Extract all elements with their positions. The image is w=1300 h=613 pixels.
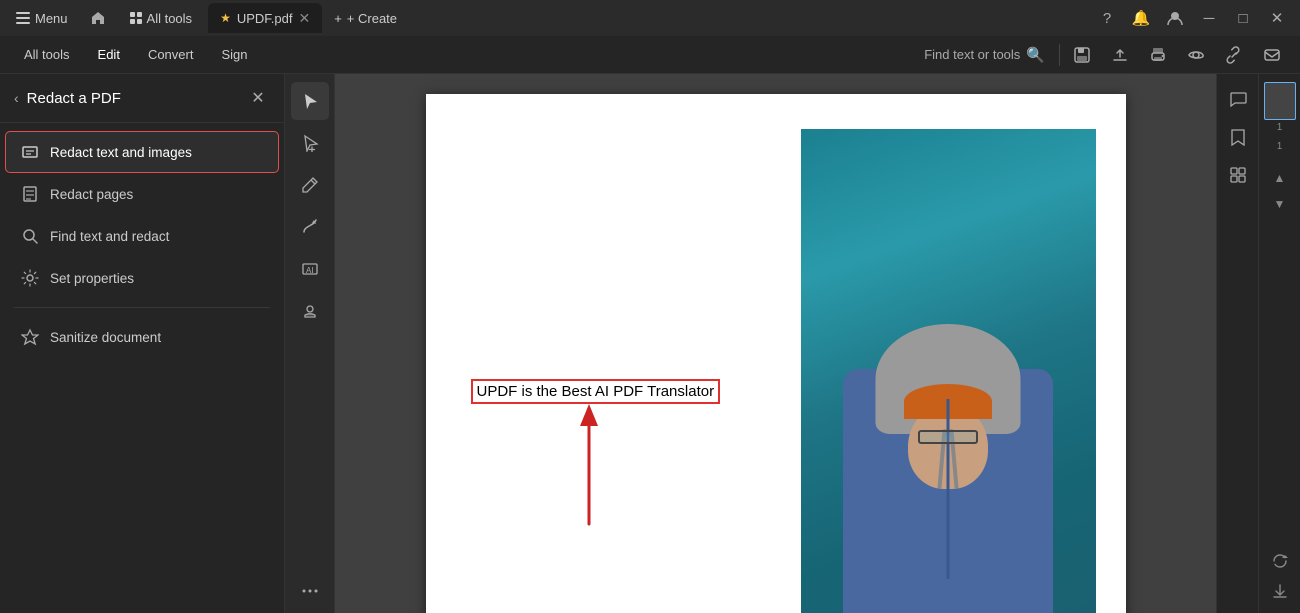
all-tools-label: All tools — [147, 11, 193, 26]
title-bar-right: ? 🔔 ─ □ ✕ — [1092, 4, 1292, 32]
sidebar-close-button[interactable]: ✕ — [246, 86, 270, 110]
menu-all-tools[interactable]: All tools — [12, 42, 82, 67]
menu-sign[interactable]: Sign — [209, 42, 259, 67]
page-up-button[interactable]: ▲ — [1266, 166, 1294, 190]
sidebar-item-set-properties[interactable]: Set properties — [6, 258, 278, 298]
divider-1 — [1059, 44, 1060, 66]
find-tools-label: Find text or tools — [924, 47, 1020, 62]
sidebar-item-redact-pages[interactable]: Redact pages — [6, 174, 278, 214]
title-bar-left: Menu All tools ★ UPDF.pdf ✕ + + Create — [8, 3, 1088, 33]
help-button[interactable]: ? — [1092, 4, 1122, 32]
pen-tool-button[interactable] — [291, 166, 329, 204]
pdf-page: UPDF is the Best AI PDF Translator — [426, 94, 1126, 613]
sidebar-items: Redact text and images Redact pages — [0, 123, 284, 366]
user-button[interactable] — [1160, 4, 1190, 32]
sidebar-item-find-text-redact[interactable]: Find text and redact — [6, 216, 278, 256]
tab-label: UPDF.pdf — [237, 11, 293, 26]
grid-view-button[interactable] — [1221, 158, 1255, 192]
curve-tool-button[interactable] — [291, 208, 329, 246]
pdf-highlighted-text: UPDF is the Best AI PDF Translator — [471, 379, 721, 404]
notification-button[interactable]: 🔔 — [1126, 4, 1156, 32]
menu-bar-right: Find text or tools 🔍 — [916, 39, 1288, 71]
properties-icon — [20, 268, 40, 288]
link-button[interactable] — [1218, 39, 1250, 71]
page-thumbnail-1[interactable] — [1264, 82, 1296, 120]
page-down-button[interactable]: ▼ — [1266, 192, 1294, 216]
page-count-label: 1 — [1277, 141, 1283, 152]
page-number-label: 1 — [1277, 122, 1283, 133]
right-panel — [1216, 74, 1258, 613]
mail-button[interactable] — [1256, 39, 1288, 71]
page-panel: 1 1 ▲ ▼ — [1258, 74, 1300, 613]
sidebar-back-button[interactable]: ‹ Redact a PDF — [14, 90, 121, 107]
select-tool-button[interactable] — [291, 82, 329, 120]
sanitize-document-label: Sanitize document — [50, 330, 161, 345]
back-icon: ‹ — [14, 90, 19, 106]
svg-text:AI: AI — [306, 266, 314, 275]
title-bar: Menu All tools ★ UPDF.pdf ✕ + + Create — [0, 0, 1300, 36]
create-label: + Create — [347, 11, 397, 26]
tab-area: ★ UPDF.pdf ✕ + + Create — [208, 3, 407, 33]
tool-panel: AI — [285, 74, 335, 613]
redact-rect-icon — [20, 142, 40, 162]
menu-edit[interactable]: Edit — [86, 42, 132, 67]
tab-updf[interactable]: ★ UPDF.pdf ✕ — [208, 3, 322, 33]
star-icon: ★ — [220, 11, 231, 25]
search-icon: 🔍 — [1026, 46, 1045, 64]
chat-button[interactable] — [1221, 82, 1255, 116]
refresh-button[interactable] — [1266, 547, 1294, 575]
new-tab-button[interactable]: + + Create — [324, 7, 407, 30]
grid-icon — [130, 12, 142, 24]
all-tools-button[interactable]: All tools — [120, 7, 203, 30]
add-tool-button[interactable] — [291, 124, 329, 162]
redact-pages-icon — [20, 184, 40, 204]
find-tools-input[interactable]: Find text or tools 🔍 — [916, 42, 1053, 68]
menu-bar: All tools Edit Convert Sign Find text or… — [0, 36, 1300, 74]
sanitize-icon — [20, 327, 40, 347]
find-text-redact-label: Find text and redact — [50, 229, 169, 244]
download-button[interactable] — [1266, 577, 1294, 605]
main-content: ‹ Redact a PDF ✕ Redact text and images — [0, 74, 1300, 613]
close-button[interactable]: ✕ — [1262, 4, 1292, 32]
plus-icon: + — [334, 11, 342, 26]
menu-button[interactable]: Menu — [8, 7, 76, 30]
print-button[interactable] — [1142, 39, 1174, 71]
home-button[interactable] — [82, 6, 114, 30]
menu-label: Menu — [35, 11, 68, 26]
sidebar-item-sanitize-document[interactable]: Sanitize document — [6, 317, 278, 357]
maximize-button[interactable]: □ — [1228, 4, 1258, 32]
menu-convert[interactable]: Convert — [136, 42, 206, 67]
sidebar-divider — [14, 307, 270, 308]
sidebar-item-redact-text-images[interactable]: Redact text and images — [6, 132, 278, 172]
sidebar: ‹ Redact a PDF ✕ Redact text and images — [0, 74, 285, 613]
pdf-image — [801, 129, 1096, 613]
sidebar-header: ‹ Redact a PDF ✕ — [0, 74, 284, 123]
tab-close-icon[interactable]: ✕ — [298, 11, 310, 25]
cloud-upload-button[interactable] — [1104, 39, 1136, 71]
pdf-arrow — [574, 404, 604, 539]
pdf-area: UPDF is the Best AI PDF Translator — [335, 74, 1216, 613]
set-properties-label: Set properties — [50, 271, 134, 286]
sidebar-title: Redact a PDF — [27, 90, 121, 107]
view-button[interactable] — [1180, 39, 1212, 71]
more-tools-button[interactable] — [291, 577, 329, 605]
find-redact-icon — [20, 226, 40, 246]
save-button[interactable] — [1066, 39, 1098, 71]
redact-text-images-label: Redact text and images — [50, 145, 192, 160]
bookmark-button[interactable] — [1221, 120, 1255, 154]
stamp-tool-button[interactable] — [291, 292, 329, 330]
redact-pages-label: Redact pages — [50, 187, 133, 202]
text-box-tool-button[interactable]: AI — [291, 250, 329, 288]
minimize-button[interactable]: ─ — [1194, 4, 1224, 32]
hamburger-icon — [16, 12, 30, 24]
